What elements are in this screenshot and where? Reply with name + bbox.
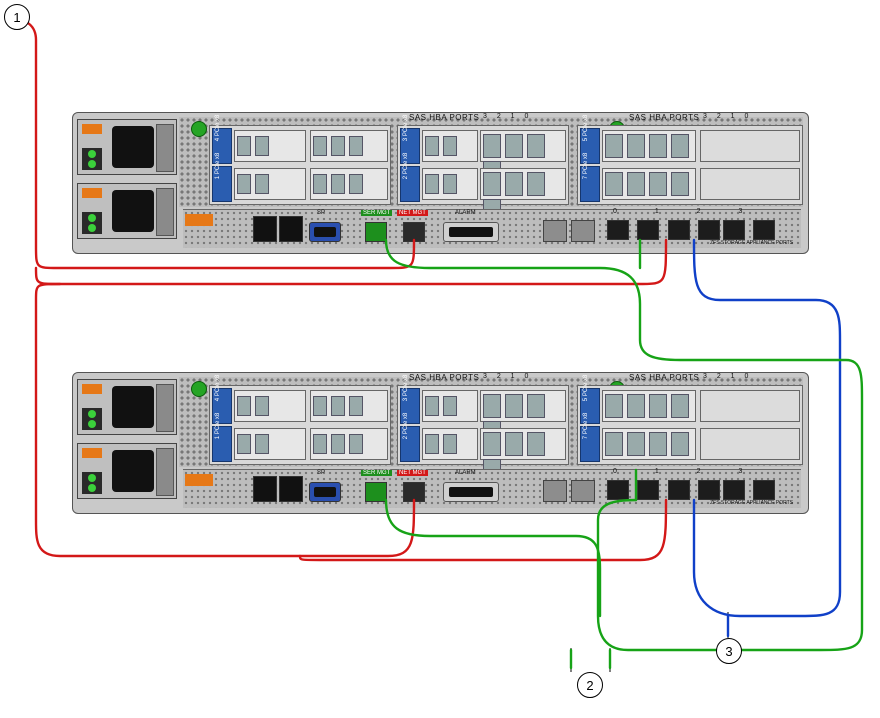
callout-3-label: 3 [725,645,732,658]
callout-2: 2 [577,672,603,698]
callout-leaders [571,612,728,672]
callout-1: 1 [4,4,30,30]
callout-3: 3 [716,638,742,664]
cable-red [18,20,666,560]
callout-2-label: 2 [586,679,593,692]
cable-overlay [0,0,880,718]
cable-green [386,240,862,668]
cable-blue [694,240,840,636]
callout-1-label: 1 [13,11,20,24]
